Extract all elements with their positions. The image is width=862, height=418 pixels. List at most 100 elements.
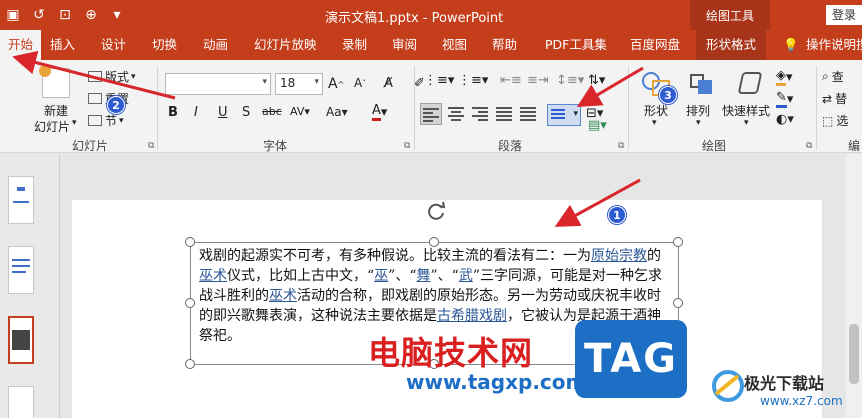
tab-transitions[interactable]: 切换 — [152, 30, 177, 60]
select-icon: ⬚ — [822, 113, 834, 128]
replace-button[interactable]: ⇄ 替 — [822, 90, 847, 107]
shadow-button[interactable]: S — [242, 105, 250, 120]
hyperlink[interactable]: 古希腊戏剧 — [437, 308, 507, 324]
font-launcher-icon[interactable]: ⧉ — [404, 141, 410, 151]
ribbon-tabs: 开始 插入 设计 切换 动画 幻灯片放映 录制 审阅 视图 帮助 PDF工具集 … — [0, 30, 862, 60]
window-title: 演示文稿1.pptx - PowerPoint — [325, 11, 504, 26]
smartart-icon[interactable]: ▤▾ — [588, 118, 607, 133]
rotate-handle-icon[interactable] — [425, 200, 447, 222]
tab-pdf-tools[interactable]: PDF工具集 — [545, 30, 607, 60]
bold-button[interactable]: B — [168, 105, 178, 120]
tab-record[interactable]: 录制 — [342, 30, 367, 60]
chevron-down-icon: ▾ — [314, 77, 319, 87]
tab-shape-format[interactable]: 形状格式 — [696, 30, 767, 60]
justify-button[interactable] — [494, 103, 516, 125]
hyperlink[interactable]: 武 — [459, 268, 473, 284]
drawing-launcher-icon[interactable]: ⧉ — [806, 141, 812, 151]
shapes-button[interactable]: 形状 — [644, 102, 668, 119]
tab-home[interactable]: 开始 — [0, 30, 42, 60]
resize-handle[interactable] — [185, 237, 195, 247]
slide-thumbnail[interactable] — [8, 246, 34, 294]
tab-view[interactable]: 视图 — [442, 30, 467, 60]
clear-format-icon[interactable]: A̸ — [384, 76, 393, 91]
select-label: 选 — [836, 114, 849, 128]
tell-me-search[interactable]: 操作说明搜 — [806, 30, 862, 60]
align-right-button[interactable] — [470, 103, 492, 125]
context-tools-label: 绘图工具 — [690, 0, 770, 30]
arrange-button[interactable]: 排列 — [686, 102, 710, 119]
resize-handle[interactable] — [429, 237, 439, 247]
preview-icon[interactable]: ⊕ — [78, 0, 104, 30]
shape-outline-icon[interactable]: ✎ ▾ — [776, 90, 793, 108]
font-name-combo[interactable]: ▾ — [165, 73, 271, 95]
increase-indent-icon[interactable]: ≡⇥ — [527, 73, 549, 88]
shape-fill-icon[interactable]: ◈ ▾ — [776, 68, 793, 86]
group-separator — [157, 66, 158, 150]
resize-handle[interactable] — [185, 298, 195, 308]
watermark-brand-url: www.xz7.com — [760, 394, 843, 408]
select-button[interactable]: ⬚ 选 — [822, 112, 848, 129]
chevron-down-icon: ▾ — [696, 118, 701, 128]
font-color-icon[interactable]: A ▾ — [372, 104, 387, 121]
slide-thumbnail-pane — [0, 154, 60, 418]
slide-thumbnail-selected[interactable] — [8, 316, 34, 364]
new-slide-button[interactable]: 幻灯片 — [30, 118, 74, 135]
numbering-icon[interactable]: ⋮≡▾ — [458, 73, 488, 88]
columns-button[interactable]: ▾ — [547, 104, 581, 126]
align-center-button[interactable] — [446, 103, 468, 125]
tab-help[interactable]: 帮助 — [492, 30, 517, 60]
resize-handle[interactable] — [673, 237, 683, 247]
section-button[interactable]: 节 ▾ — [88, 112, 124, 129]
tab-insert[interactable]: 插入 — [50, 30, 75, 60]
strikethrough-button[interactable]: abc — [262, 105, 282, 118]
watermark-url: www.tagxp.com — [406, 370, 587, 394]
line-spacing-icon[interactable]: ↕≡▾ — [556, 73, 584, 88]
underline-button[interactable]: U — [218, 105, 228, 120]
arrange-icon[interactable] — [688, 68, 716, 98]
paragraph-launcher-icon[interactable]: ⧉ — [618, 141, 624, 151]
shape-effects-icon[interactable]: ◐▾ — [776, 112, 794, 127]
italic-button[interactable]: I — [194, 105, 198, 120]
tab-animations[interactable]: 动画 — [203, 30, 228, 60]
shrink-font-icon[interactable]: Aˇ — [354, 76, 366, 90]
new-slide-dropdown-icon[interactable]: ▾ — [72, 118, 77, 128]
slides-launcher-icon[interactable]: ⧉ — [148, 141, 154, 151]
resize-handle[interactable] — [673, 298, 683, 308]
layout-button[interactable]: 版式 ▾ — [88, 68, 136, 85]
hyperlink[interactable]: 巫术 — [269, 288, 297, 304]
hyperlink[interactable]: 巫 — [374, 268, 388, 284]
hyperlink[interactable]: 原始宗教 — [591, 248, 647, 264]
tab-slideshow[interactable]: 幻灯片放映 — [254, 30, 317, 60]
present-icon[interactable]: ⊡ — [52, 0, 78, 30]
change-case-icon[interactable]: Aa▾ — [326, 105, 348, 119]
save-icon[interactable]: ▣ — [0, 0, 26, 30]
group-separator — [414, 66, 415, 150]
font-size-combo[interactable]: 18 ▾ — [275, 73, 323, 95]
align-left-button[interactable] — [420, 103, 442, 125]
tab-review[interactable]: 审阅 — [392, 30, 417, 60]
hyperlink[interactable]: 巫术 — [199, 268, 227, 284]
new-slide-icon[interactable] — [39, 65, 70, 98]
decrease-indent-icon[interactable]: ⇤≡ — [500, 73, 522, 88]
quick-styles-button[interactable]: 快速样式 — [722, 102, 770, 119]
drawing-group-label: 绘图 — [702, 139, 727, 153]
slide-thumbnail[interactable] — [8, 386, 34, 418]
tab-baidu-netdisk[interactable]: 百度网盘 — [630, 30, 680, 60]
tab-design[interactable]: 设计 — [101, 30, 126, 60]
char-spacing-icon[interactable]: AV▾ — [290, 105, 310, 118]
quick-styles-icon[interactable] — [734, 68, 764, 98]
resize-handle[interactable] — [185, 359, 195, 369]
customize-qat-icon[interactable]: ▾ — [104, 0, 130, 30]
distributed-button[interactable] — [518, 103, 540, 125]
slide-thumbnail[interactable] — [8, 176, 34, 224]
bullets-icon[interactable]: ⋮≡▾ — [424, 73, 454, 88]
new-slide-line1[interactable]: 新建 — [34, 102, 78, 119]
find-button[interactable]: ⌕ 查 — [822, 68, 844, 85]
hyperlink[interactable]: 舞 — [417, 268, 431, 284]
login-button[interactable]: 登录 — [826, 5, 862, 25]
text-direction-icon[interactable]: ⇅▾ — [588, 73, 605, 88]
watermark-tag-logo: TAG — [575, 320, 687, 398]
undo-icon[interactable]: ↺ — [26, 0, 52, 30]
find-label: 查 — [831, 70, 844, 84]
grow-font-icon[interactable]: A ^ — [328, 76, 344, 92]
